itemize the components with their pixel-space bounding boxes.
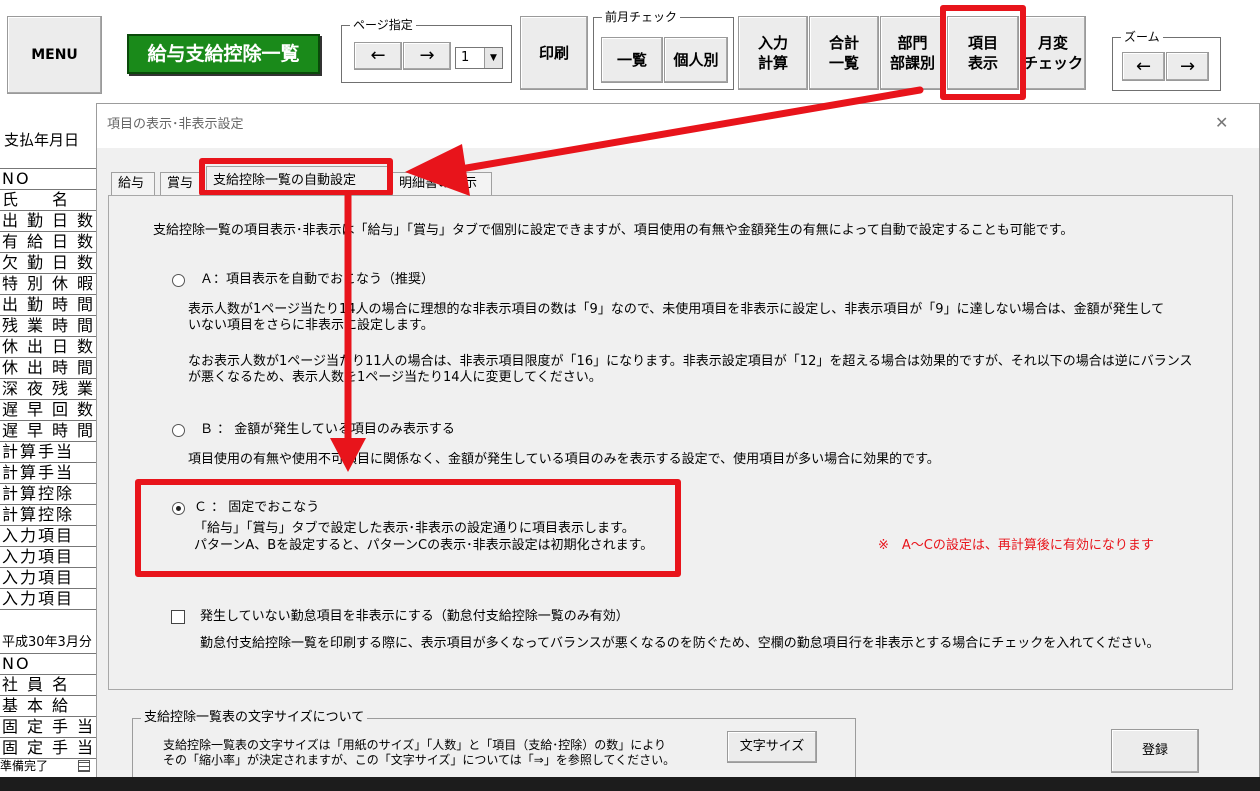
arrow-to-tab bbox=[405, 86, 924, 196]
arrow-to-option-c bbox=[330, 192, 366, 472]
taskbar bbox=[0, 777, 1260, 791]
annotation-arrows bbox=[330, 86, 924, 472]
